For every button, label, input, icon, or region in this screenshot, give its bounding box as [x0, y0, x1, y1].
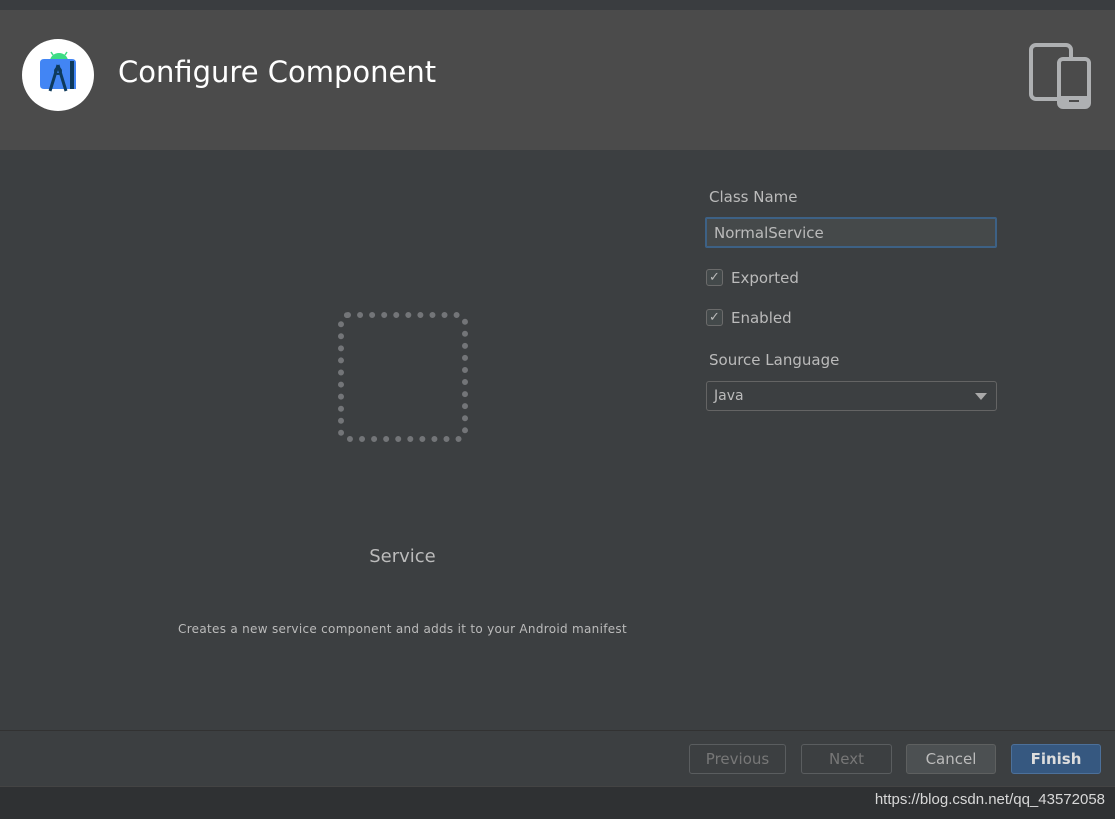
bottom-strip: https://blog.csdn.net/qq_43572058	[0, 786, 1115, 819]
next-button[interactable]: Next	[801, 744, 892, 774]
source-language-label: Source Language	[709, 351, 840, 369]
watermark: https://blog.csdn.net/qq_43572058	[874, 791, 1105, 808]
dialog-header: Configure Component	[0, 10, 1115, 150]
source-language-value: Java	[714, 388, 744, 404]
exported-checkbox[interactable]: ✓	[706, 269, 723, 286]
component-preview-placeholder	[338, 312, 468, 442]
title-bar-strip	[0, 0, 1115, 10]
dialog-title: Configure Component	[118, 55, 437, 89]
exported-label[interactable]: Exported	[731, 269, 799, 287]
enabled-checkbox[interactable]: ✓	[706, 309, 723, 326]
enabled-label[interactable]: Enabled	[731, 309, 792, 327]
cancel-button[interactable]: Cancel	[906, 744, 996, 774]
component-name: Service	[369, 546, 436, 567]
component-description: Creates a new service component and adds…	[178, 622, 627, 636]
source-language-select[interactable]: Java	[706, 381, 997, 411]
class-name-input[interactable]	[705, 217, 997, 248]
android-studio-logo-icon	[22, 39, 94, 111]
class-name-label: Class Name	[709, 188, 798, 206]
previous-button[interactable]: Previous	[689, 744, 786, 774]
finish-button[interactable]: Finish	[1011, 744, 1101, 774]
dropdown-arrow-icon	[975, 393, 987, 400]
tablet-phone-icon	[1028, 42, 1092, 114]
